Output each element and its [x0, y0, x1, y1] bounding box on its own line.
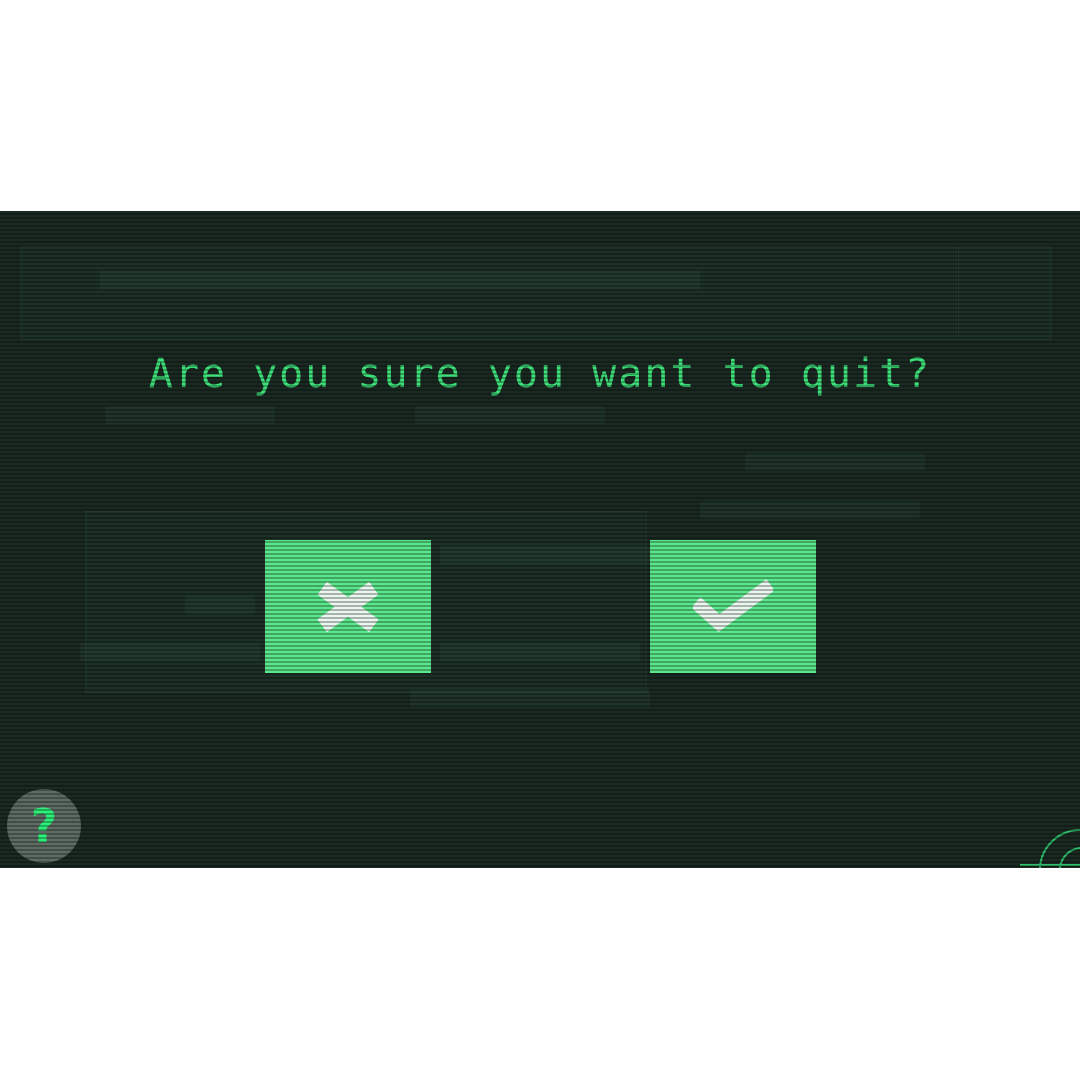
question-mark-icon: ?	[30, 799, 58, 853]
background-text-line	[185, 596, 255, 614]
background-text-line	[700, 501, 920, 519]
background-side-panel	[958, 246, 1052, 340]
dialog-title: Are you sure you want to quit?	[148, 351, 932, 397]
check-icon	[693, 578, 773, 632]
background-text-line	[80, 643, 260, 661]
background-text-line	[100, 271, 700, 289]
background-text-line	[440, 546, 650, 564]
background-header-panel	[20, 246, 957, 340]
page: Are you sure you want to quit? ?	[0, 0, 1080, 1080]
help-button[interactable]: ?	[7, 789, 81, 863]
background-text-line	[440, 643, 640, 661]
cancel-button[interactable]	[265, 540, 431, 673]
corner-arc-decoration	[1020, 828, 1080, 868]
background-text-line	[105, 406, 275, 424]
close-icon	[317, 581, 379, 632]
game-screen: Are you sure you want to quit? ?	[0, 211, 1080, 868]
background-text-line	[745, 453, 925, 471]
confirm-button[interactable]	[650, 540, 816, 673]
background-text-line	[410, 689, 650, 707]
background-text-line	[415, 406, 605, 424]
